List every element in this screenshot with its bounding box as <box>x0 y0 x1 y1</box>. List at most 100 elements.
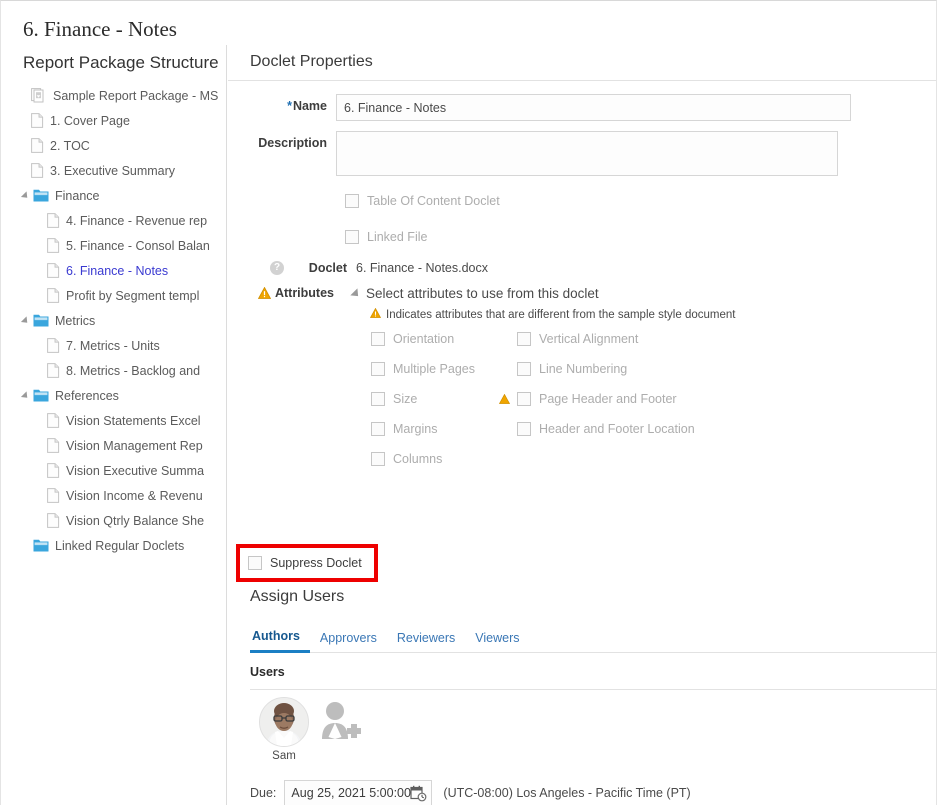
linked-file-checkbox-row[interactable]: Linked File <box>345 226 936 248</box>
tree-item-label: 6. Finance - Notes <box>66 263 169 278</box>
name-label: *Name <box>228 94 336 113</box>
document-icon <box>47 263 60 278</box>
attribute-warning-icon <box>499 394 510 404</box>
tree-item-15[interactable]: Vision Executive Summa <box>1 458 226 483</box>
tree-item-4[interactable]: Finance <box>1 183 226 208</box>
attributes-block: Attributes Select attributes to use from… <box>228 286 936 467</box>
users-divider <box>250 689 936 690</box>
suppress-doclet-checkbox[interactable] <box>248 556 262 570</box>
attribute-checkbox-row[interactable]: Page Header and Footer <box>517 391 717 407</box>
tree-item-label: Profit by Segment templ <box>66 288 200 303</box>
user-tiles: Sam <box>253 697 363 762</box>
attribute-checkbox-row[interactable]: Vertical Alignment <box>517 331 717 347</box>
attribute-checkbox[interactable] <box>517 332 531 346</box>
tree-item-label: Linked Regular Doclets <box>55 538 185 553</box>
attribute-checkbox[interactable] <box>517 362 531 376</box>
attribute-checkbox[interactable] <box>517 422 531 436</box>
user-name: Sam <box>272 750 296 762</box>
tree-item-label: 4. Finance - Revenue rep <box>66 213 208 228</box>
attribute-checkbox-row[interactable]: Multiple Pages <box>371 361 499 377</box>
attribute-label: Vertical Alignment <box>539 332 639 346</box>
document-icon <box>47 413 60 428</box>
attribute-label: Margins <box>393 422 438 436</box>
tree-item-0[interactable]: Sample Report Package - MS <box>1 83 226 108</box>
attributes-note-text: Indicates attributes that are different … <box>386 308 736 321</box>
attribute-checkbox[interactable] <box>371 392 385 406</box>
list-item[interactable]: Sam <box>253 697 315 762</box>
tree-expander-icon[interactable] <box>20 390 31 401</box>
tab-authors[interactable]: Authors <box>250 625 310 653</box>
suppress-doclet-highlight: Suppress Doclet <box>236 544 378 582</box>
attribute-checkbox[interactable] <box>371 422 385 436</box>
document-icon <box>47 213 60 228</box>
attribute-checkbox-row[interactable]: Line Numbering <box>517 361 717 377</box>
attribute-checkbox[interactable] <box>371 332 385 346</box>
tree-item-2[interactable]: 2. TOC <box>1 133 226 158</box>
tree-item-label: 5. Finance - Consol Balan <box>66 238 210 253</box>
toc-doclet-checkbox-row[interactable]: Table Of Content Doclet <box>345 190 936 212</box>
attribute-checkbox-row[interactable]: Columns <box>371 451 499 467</box>
document-icon <box>47 338 60 353</box>
tree-item-12[interactable]: References <box>1 383 226 408</box>
description-textarea[interactable] <box>336 131 838 176</box>
tree-item-10[interactable]: 7. Metrics - Units <box>1 333 226 358</box>
tree-item-label: Vision Executive Summa <box>66 463 205 478</box>
assign-users-tabs-bar: Authors Approvers Reviewers Viewers <box>250 625 936 653</box>
tree-item-11[interactable]: 8. Metrics - Backlog and <box>1 358 226 383</box>
toc-doclet-checkbox[interactable] <box>345 194 359 208</box>
attributes-checkbox-grid: Orientation Vertical Alignment Multiple Pa… <box>343 331 735 467</box>
toc-doclet-label: Table Of Content Doclet <box>367 194 500 208</box>
linked-file-checkbox[interactable] <box>345 230 359 244</box>
attributes-expander-row[interactable]: Select attributes to use from this docle… <box>343 286 735 301</box>
tree-item-5[interactable]: 4. Finance - Revenue rep <box>1 208 226 233</box>
tree-item-7[interactable]: 6. Finance - Notes <box>1 258 226 283</box>
due-date-field[interactable] <box>284 780 433 805</box>
help-icon[interactable]: ? <box>270 261 284 275</box>
attribute-label: Header and Footer Location <box>539 422 695 436</box>
attribute-checkbox[interactable] <box>371 362 385 376</box>
due-date-input[interactable] <box>285 785 414 801</box>
attribute-warning-cell <box>499 361 517 377</box>
tree-item-6[interactable]: 5. Finance - Consol Balan <box>1 233 226 258</box>
tree-expander-icon[interactable] <box>20 190 31 201</box>
tree-item-16[interactable]: Vision Income & Revenu <box>1 483 226 508</box>
suppress-doclet-checkbox-row[interactable]: Suppress Doclet <box>248 554 362 572</box>
name-label-text: Name <box>292 99 327 113</box>
tree-item-label: 3. Executive Summary <box>50 163 176 178</box>
attribute-checkbox-row[interactable]: Header and Footer Location <box>517 421 717 437</box>
attribute-checkbox-row[interactable]: Margins <box>371 421 499 437</box>
attribute-checkbox[interactable] <box>517 392 531 406</box>
tab-viewers[interactable]: Viewers <box>465 627 529 652</box>
tab-reviewers[interactable]: Reviewers <box>387 627 465 652</box>
tree-expander-icon[interactable] <box>20 315 31 326</box>
app-page: 6. Finance - Notes Report Package Struct… <box>0 0 937 805</box>
tab-approvers[interactable]: Approvers <box>310 627 387 652</box>
expander-triangle-icon[interactable] <box>350 287 362 300</box>
page-title: 6. Finance - Notes <box>23 17 177 41</box>
attribute-checkbox-row[interactable]: Orientation <box>371 331 499 347</box>
attribute-warning-cell <box>499 331 517 347</box>
attribute-warning-cell <box>499 421 517 437</box>
attribute-checkbox[interactable] <box>371 452 385 466</box>
attributes-label: Attributes <box>274 286 334 300</box>
add-user-button[interactable] <box>317 701 363 750</box>
description-field-row: Description <box>228 131 936 176</box>
folder-icon <box>33 539 49 552</box>
name-input[interactable] <box>336 94 851 121</box>
tree-item-label: Finance <box>55 188 100 203</box>
tree-item-3[interactable]: 3. Executive Summary <box>1 158 226 183</box>
tree-item-14[interactable]: Vision Management Rep <box>1 433 226 458</box>
tree-item-8[interactable]: Profit by Segment templ <box>1 283 226 308</box>
tree-item-13[interactable]: Vision Statements Excel <box>1 408 226 433</box>
attribute-checkbox-row[interactable]: Size <box>371 391 499 407</box>
folder-icon <box>33 314 49 327</box>
tree-item-18[interactable]: Linked Regular Doclets <box>1 533 226 558</box>
tree-item-label: 7. Metrics - Units <box>66 338 160 353</box>
document-icon <box>47 238 60 253</box>
tree-item-17[interactable]: Vision Qtrly Balance She <box>1 508 226 533</box>
calendar-clock-icon[interactable] <box>410 785 427 805</box>
tree-item-9[interactable]: Metrics <box>1 308 226 333</box>
tree-item-1[interactable]: 1. Cover Page <box>1 108 226 133</box>
attribute-label: Orientation <box>393 332 455 346</box>
document-icon <box>31 138 44 153</box>
